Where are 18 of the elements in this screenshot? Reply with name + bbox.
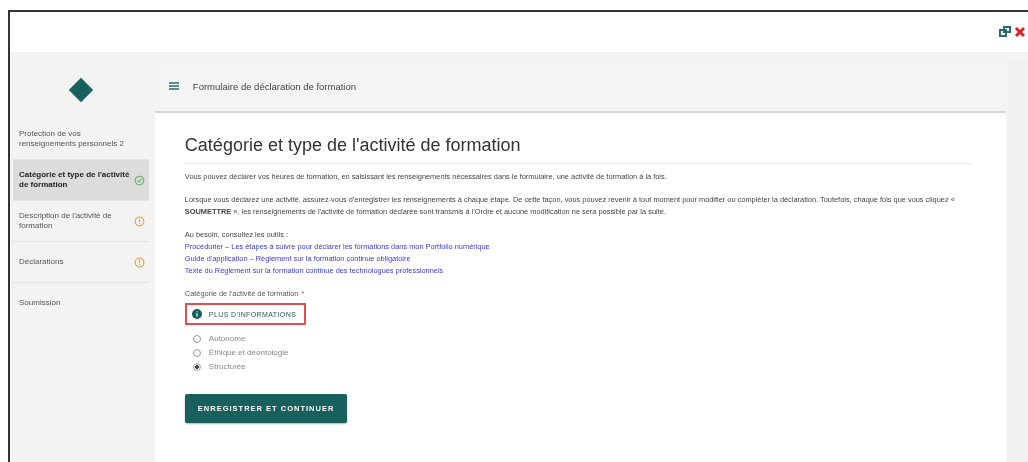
warning-circle-icon: [133, 256, 145, 268]
check-circle-icon: [133, 174, 145, 186]
menu-icon[interactable]: [168, 82, 179, 90]
sidebar-item[interactable]: Déclarations: [13, 242, 149, 283]
restore-window-icon[interactable]: [999, 26, 1011, 38]
option-label: Structurée: [208, 362, 246, 371]
logo-icon: [66, 76, 95, 104]
sidebar-item[interactable]: Soumission: [13, 283, 149, 323]
option-label: Éthique et déontologie: [208, 348, 289, 357]
warning-circle-icon: [133, 215, 145, 227]
sidebar-item[interactable]: Description de l'activité de formation: [13, 201, 149, 242]
close-icon[interactable]: [1014, 26, 1026, 38]
page-title: Catégorie et type de l'activité de formation: [184, 135, 522, 157]
radio-button[interactable]: [192, 362, 201, 371]
option-label: Autonome: [208, 334, 246, 343]
info-icon: [191, 309, 202, 319]
sidebar-item[interactable]: Catégorie et type de l'activité de formation: [13, 160, 149, 201]
header-title: Formulaire de déclaration de formation: [192, 80, 357, 92]
